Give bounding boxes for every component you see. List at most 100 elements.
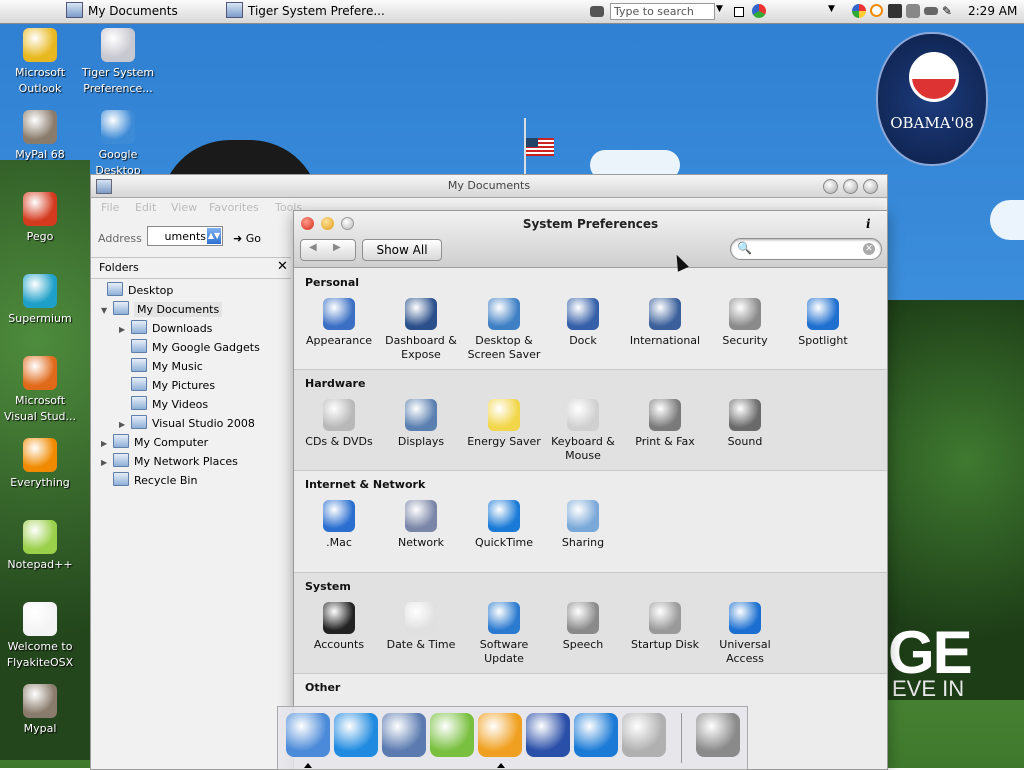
pego-icon bbox=[23, 192, 57, 226]
go-label: Go bbox=[245, 232, 261, 245]
pref-pane-energy-saver[interactable]: Energy Saver bbox=[463, 399, 545, 449]
desktop-icon-notepadpp[interactable]: Notepad++ bbox=[0, 520, 80, 573]
pref-pane-quicktime[interactable]: QuickTime bbox=[463, 500, 545, 550]
address-dropdown-icon[interactable]: ▲▼ bbox=[207, 228, 221, 244]
pref-pane-security[interactable]: Security bbox=[704, 298, 786, 348]
go-button[interactable]: ➜ Go bbox=[233, 232, 261, 245]
close-button[interactable] bbox=[863, 179, 878, 194]
desktop-icon-mypal68[interactable]: MyPal 68 bbox=[0, 110, 80, 163]
tree-item[interactable]: ▶ Visual Studio 2008 bbox=[119, 414, 255, 433]
folder-icon bbox=[131, 339, 147, 353]
pref-pane-keyboard-mouse[interactable]: Keyboard & Mouse bbox=[542, 399, 624, 463]
google-icon[interactable] bbox=[752, 4, 766, 18]
menu-favorites[interactable]: Favorites bbox=[209, 201, 259, 214]
tree-item-label: My Music bbox=[152, 360, 203, 373]
dock-itunes-icon[interactable] bbox=[430, 713, 474, 757]
show-all-button[interactable]: Show All bbox=[362, 239, 442, 261]
menu-file[interactable]: File bbox=[101, 201, 119, 214]
menu-edit[interactable]: Edit bbox=[135, 201, 156, 214]
taskbar-button-my-documents[interactable]: My Documents bbox=[66, 2, 178, 20]
dock-preview-icon[interactable] bbox=[382, 713, 426, 757]
dock-dvd-player-icon[interactable] bbox=[526, 713, 570, 757]
window-title-bar[interactable]: My Documents bbox=[91, 175, 887, 198]
everything-search-icon[interactable] bbox=[870, 4, 883, 17]
dock-trash-icon[interactable] bbox=[696, 713, 740, 757]
taskbar-button-system-preferences[interactable]: Tiger System Prefere... bbox=[226, 2, 385, 20]
desktop-icon-google-desktop[interactable]: Google Desktop bbox=[78, 110, 158, 179]
pref-pane-startup-disk[interactable]: Startup Disk bbox=[624, 602, 706, 652]
pref-pane-accounts[interactable]: Accounts bbox=[298, 602, 380, 652]
dock-system-preferences-icon[interactable] bbox=[622, 713, 666, 757]
tree-item[interactable]: ▶ My Network Places bbox=[101, 452, 238, 471]
desktop-icon-label: MyPal 68 bbox=[15, 148, 65, 161]
dock-internet-explorer-icon[interactable] bbox=[334, 713, 378, 757]
dock-quicktime-icon[interactable] bbox=[574, 713, 618, 757]
minimize-button[interactable] bbox=[823, 179, 838, 194]
pref-pane-speech[interactable]: Speech bbox=[542, 602, 624, 652]
pencil-icon[interactable]: ✎ bbox=[942, 4, 952, 18]
tree-item[interactable]: My Google Gadgets bbox=[119, 338, 260, 357]
dock-media-player-icon[interactable] bbox=[478, 713, 522, 757]
desktop-icon-visual-studio[interactable]: Microsoft Visual Stud... bbox=[0, 356, 80, 425]
pref-pane-spotlight[interactable]: Spotlight bbox=[782, 298, 864, 348]
pref-pane-software-update[interactable]: Software Update bbox=[463, 602, 545, 666]
pref-pane-international[interactable]: International bbox=[624, 298, 706, 348]
close-pane-icon[interactable]: ✕ bbox=[277, 259, 288, 274]
info-icon[interactable]: i bbox=[866, 217, 871, 231]
keyboard-icon[interactable] bbox=[590, 6, 604, 17]
pref-pane-mac[interactable]: .Mac bbox=[298, 500, 380, 550]
pref-pane-dock[interactable]: Dock bbox=[542, 298, 624, 348]
window-icon[interactable] bbox=[734, 7, 744, 17]
tree-item[interactable]: ▶ Downloads bbox=[119, 319, 212, 338]
search-input[interactable]: Type to search bbox=[610, 3, 715, 20]
menu-view[interactable]: View bbox=[171, 201, 197, 214]
tree-item[interactable]: ▼ My Documents bbox=[101, 300, 223, 320]
pref-pane-network[interactable]: Network bbox=[380, 500, 462, 550]
desktop-icon-mypal[interactable]: Mypal bbox=[0, 684, 80, 737]
sysprefs-search-field[interactable]: 🔍 ✕ bbox=[730, 238, 882, 260]
desktop-icon-tiger-prefs[interactable]: Tiger System Preference... bbox=[78, 28, 158, 97]
desktop-icon-outlook[interactable]: Microsoft Outlook bbox=[0, 28, 80, 97]
search-dropdown-icon[interactable]: ▼ bbox=[716, 4, 723, 14]
tree-item[interactable]: My Videos bbox=[119, 395, 208, 414]
collapsed-arrow-icon[interactable]: ▶ bbox=[119, 320, 131, 339]
dock-finder-icon[interactable] bbox=[286, 713, 330, 757]
collapsed-arrow-icon[interactable]: ▶ bbox=[119, 415, 131, 434]
tree-item[interactable]: My Pictures bbox=[119, 376, 215, 395]
pref-pane-dashboard-expose[interactable]: Dashboard & Expose bbox=[380, 298, 462, 362]
back-button[interactable]: ◀ bbox=[309, 242, 317, 253]
forward-button[interactable]: ▶ bbox=[333, 242, 341, 253]
pref-pane-desktop-screen-saver[interactable]: Desktop & Screen Saver bbox=[463, 298, 545, 362]
dropdown-icon[interactable]: ▼ bbox=[828, 4, 835, 14]
tree-item[interactable]: Desktop bbox=[95, 281, 173, 300]
tree-item[interactable]: My Music bbox=[119, 357, 203, 376]
desktop-icon-welcome[interactable]: Welcome to FlyakiteOSX bbox=[0, 602, 80, 671]
tree-item[interactable]: ▶ My Computer bbox=[101, 433, 208, 452]
pref-pane-universal-access[interactable]: Universal Access bbox=[704, 602, 786, 666]
battery-icon[interactable] bbox=[924, 7, 938, 15]
desktop-icon-everything[interactable]: Everything bbox=[0, 438, 80, 491]
pref-pane-displays[interactable]: Displays bbox=[380, 399, 462, 449]
cloud bbox=[990, 200, 1024, 240]
microphone-icon bbox=[567, 602, 599, 634]
tree-item-label: My Computer bbox=[134, 436, 209, 449]
pref-pane-sharing[interactable]: Sharing bbox=[542, 500, 624, 550]
maximize-button[interactable] bbox=[843, 179, 858, 194]
network-icon[interactable] bbox=[906, 4, 920, 18]
google-desktop-icon[interactable] bbox=[852, 4, 866, 18]
desktop-icon-supermium[interactable]: Supermium bbox=[0, 274, 80, 327]
collapsed-arrow-icon[interactable]: ▶ bbox=[101, 434, 113, 453]
pref-pane-appearance[interactable]: Appearance bbox=[298, 298, 380, 348]
pref-pane-cds-dvds[interactable]: CDs & DVDs bbox=[298, 399, 380, 449]
pref-pane-print-fax[interactable]: Print & Fax bbox=[624, 399, 706, 449]
pref-pane-sound[interactable]: Sound bbox=[704, 399, 786, 449]
expanded-arrow-icon[interactable]: ▼ bbox=[101, 301, 113, 320]
display-icon[interactable] bbox=[888, 4, 902, 18]
address-field[interactable]: uments ▲▼ bbox=[147, 226, 223, 246]
collapsed-arrow-icon[interactable]: ▶ bbox=[101, 453, 113, 472]
pref-pane-date-time[interactable]: Date & Time bbox=[380, 602, 462, 652]
clock[interactable]: 2:29 AM bbox=[968, 4, 1017, 18]
clear-search-icon[interactable]: ✕ bbox=[863, 243, 875, 255]
tree-item[interactable]: Recycle Bin bbox=[101, 471, 197, 490]
desktop-icon-pego[interactable]: Pego bbox=[0, 192, 80, 245]
